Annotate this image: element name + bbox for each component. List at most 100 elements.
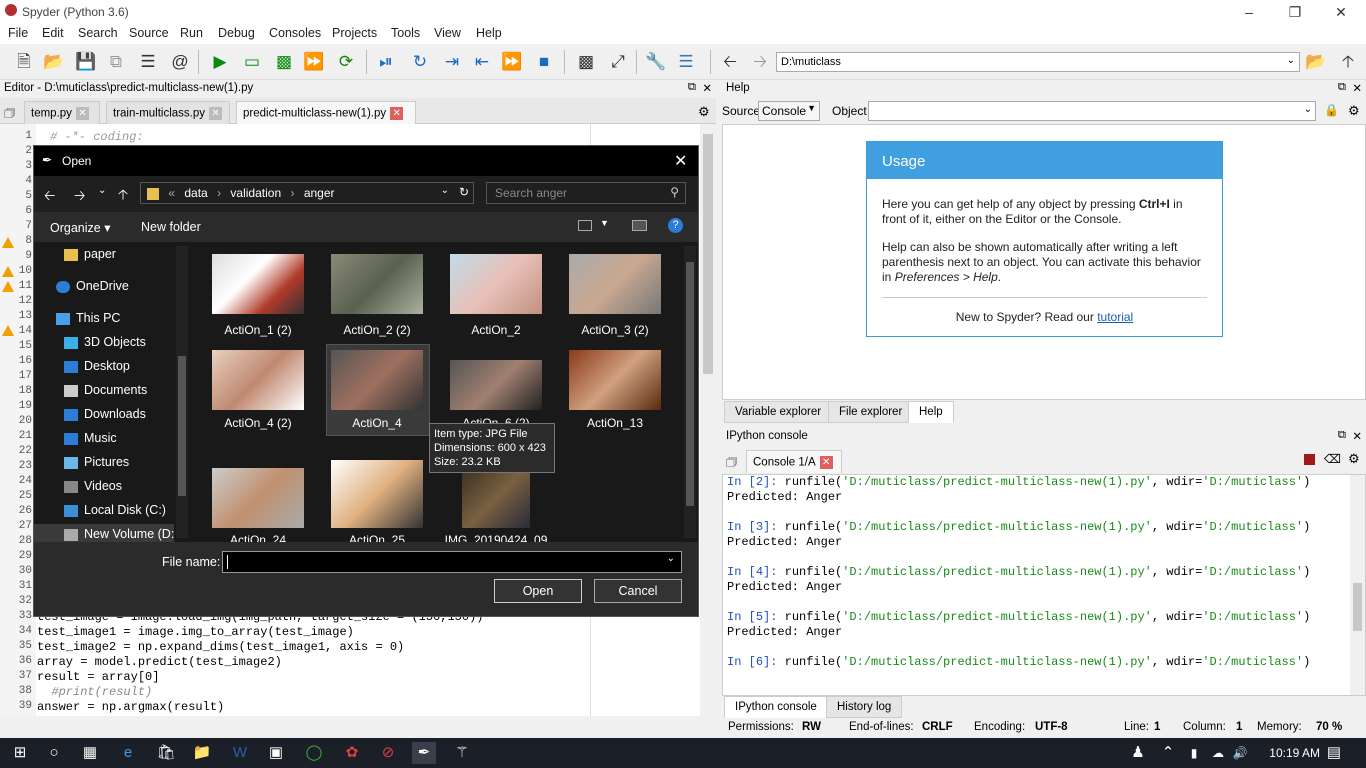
breadcrumb-data[interactable]: data bbox=[184, 186, 207, 200]
tab-temp[interactable]: temp.py ✕ bbox=[24, 101, 100, 124]
chevron-up-icon[interactable]: ⌃ bbox=[1156, 742, 1180, 764]
close-tab-icon[interactable]: ✕ bbox=[75, 107, 89, 120]
browse-folder-icon[interactable]: 📂 bbox=[1304, 50, 1328, 74]
save-all-icon[interactable]: ⧉ bbox=[104, 50, 128, 74]
nav-downloads[interactable]: Downloads bbox=[34, 404, 174, 426]
image-thumbnail[interactable] bbox=[569, 350, 661, 410]
pen-icon[interactable]: ✒ bbox=[412, 742, 436, 764]
word-icon[interactable]: W bbox=[228, 742, 252, 764]
file-label[interactable]: ActiOn_4 bbox=[317, 416, 437, 430]
image-thumbnail[interactable] bbox=[450, 254, 542, 314]
nav-3d-objects[interactable]: 3D Objects bbox=[34, 332, 174, 354]
battery-icon[interactable]: ▮ bbox=[1182, 742, 1206, 764]
lock-icon[interactable]: 🔒 bbox=[1324, 103, 1339, 117]
python-path-icon[interactable]: ☰ bbox=[674, 50, 698, 74]
list-icon[interactable]: ☰ bbox=[136, 50, 160, 74]
step-return-icon[interactable]: ⇤ bbox=[470, 50, 494, 74]
notification-icon[interactable]: ▤ bbox=[1322, 742, 1346, 764]
image-thumbnail[interactable] bbox=[462, 468, 530, 528]
tab-variable-explorer[interactable]: Variable explorer bbox=[724, 401, 833, 423]
source-select[interactable]: Console ▼ bbox=[758, 101, 820, 121]
at-icon[interactable]: @ bbox=[168, 50, 192, 74]
tab-train-multiclass[interactable]: train-multiclass.py ✕ bbox=[106, 101, 230, 124]
app-icon[interactable]: ▣ bbox=[264, 742, 288, 764]
nav-documents[interactable]: Documents bbox=[34, 380, 174, 402]
nav-onedrive[interactable]: OneDrive bbox=[34, 276, 174, 298]
run-icon[interactable]: ▶ bbox=[208, 50, 232, 74]
forward-arrow-icon[interactable]: 🡢 bbox=[748, 50, 772, 74]
breadcrumb-anger[interactable]: anger bbox=[304, 186, 335, 200]
editor-scrollbar[interactable] bbox=[700, 124, 716, 716]
python-icon[interactable]: ⚚ bbox=[450, 742, 474, 764]
nav-this-pc[interactable]: This PC bbox=[34, 308, 174, 330]
volume-icon[interactable]: 🔊 bbox=[1228, 742, 1252, 764]
nav-scrollbar[interactable] bbox=[176, 246, 188, 538]
recent-chevron-icon[interactable]: ⌄ bbox=[98, 185, 106, 196]
address-bar[interactable]: « data › validation › anger ⌄ ↻ bbox=[140, 182, 474, 204]
image-thumbnail[interactable] bbox=[331, 350, 423, 410]
tab-file-explorer[interactable]: File explorer bbox=[828, 401, 914, 423]
undock-icon[interactable]: ⧉ bbox=[688, 81, 696, 94]
close-tab-icon[interactable]: ✕ bbox=[209, 107, 223, 120]
file-label[interactable]: ActiOn_3 (2) bbox=[555, 323, 675, 337]
edge-browser-icon[interactable]: e bbox=[116, 742, 140, 764]
media-icon[interactable]: ⊘ bbox=[376, 742, 400, 764]
menu-run[interactable]: Run bbox=[180, 26, 203, 40]
menu-consoles[interactable]: Consoles bbox=[269, 26, 321, 40]
anaconda-icon[interactable]: ◯ bbox=[302, 742, 326, 764]
eraser-icon[interactable]: ⌫ bbox=[1324, 452, 1341, 466]
people-icon[interactable]: ♟ bbox=[1126, 742, 1150, 764]
run-cell-icon[interactable]: ▭ bbox=[240, 50, 264, 74]
menu-view[interactable]: View bbox=[434, 26, 461, 40]
restore-button[interactable]: ❐ bbox=[1272, 2, 1318, 22]
save-icon[interactable]: 💾 bbox=[74, 50, 98, 74]
browse-tabs-icon[interactable]: 🗇 bbox=[4, 104, 15, 125]
minimize-button[interactable]: – bbox=[1226, 2, 1272, 22]
network-icon[interactable]: ☁ bbox=[1206, 742, 1230, 764]
image-thumbnail[interactable] bbox=[450, 360, 542, 410]
menu-debug[interactable]: Debug bbox=[218, 26, 255, 40]
close-tab-icon[interactable]: ✕ bbox=[819, 456, 833, 469]
undock-icon[interactable]: ⧉ bbox=[1338, 81, 1346, 94]
image-thumbnail[interactable] bbox=[331, 460, 423, 528]
run-cell-advance-icon[interactable]: ▩ bbox=[272, 50, 296, 74]
tab-history-log[interactable]: History log bbox=[826, 696, 903, 718]
run-selection-icon[interactable]: ⏩ bbox=[302, 50, 326, 74]
menu-source[interactable]: Source bbox=[129, 26, 169, 40]
preferences-wrench-icon[interactable]: 🔧 bbox=[644, 50, 668, 74]
spyder-taskbar-icon[interactable]: ✿ bbox=[340, 742, 364, 764]
tab-predict-multiclass[interactable]: predict-multiclass-new(1).py ✕ bbox=[236, 101, 416, 124]
menu-projects[interactable]: Projects bbox=[332, 26, 377, 40]
new-file-icon[interactable]: 🗎 bbox=[12, 50, 36, 74]
stop-icon[interactable]: ■ bbox=[532, 50, 556, 74]
forward-arrow-icon[interactable]: 🡢 bbox=[74, 185, 85, 209]
console-scrollbar[interactable] bbox=[1350, 475, 1365, 695]
nav-paper[interactable]: paper bbox=[34, 244, 174, 266]
file-label[interactable]: ActiOn_2 (2) bbox=[317, 323, 437, 337]
close-button[interactable]: ✕ bbox=[1318, 2, 1364, 22]
close-pane-icon[interactable]: ✕ bbox=[1352, 81, 1362, 95]
fullscreen-icon[interactable]: ⤢ bbox=[606, 50, 630, 74]
windows-start-icon[interactable]: ⊞ bbox=[8, 742, 32, 764]
nav-desktop[interactable]: Desktop bbox=[34, 356, 174, 378]
grid-scrollbar[interactable] bbox=[684, 246, 696, 538]
cancel-button[interactable]: Cancel bbox=[594, 579, 682, 603]
search-icon[interactable]: ○ bbox=[42, 742, 66, 764]
parent-directory-icon[interactable]: 🡡 bbox=[1336, 50, 1360, 74]
gear-icon[interactable]: ⚙ bbox=[1348, 451, 1360, 467]
task-view-icon[interactable]: ▦ bbox=[78, 742, 102, 764]
tutorial-link[interactable]: tutorial bbox=[1097, 310, 1133, 324]
browse-tabs-icon[interactable]: 🗇 bbox=[726, 453, 737, 474]
chevron-down-icon[interactable]: ⌄ bbox=[667, 553, 675, 564]
step-icon[interactable]: ↻ bbox=[408, 50, 432, 74]
menu-edit[interactable]: Edit bbox=[42, 26, 64, 40]
nav-local-disk-c[interactable]: Local Disk (C:) bbox=[34, 500, 174, 522]
continue-icon[interactable]: ⏩ bbox=[500, 50, 524, 74]
step-into-icon[interactable]: ⇥ bbox=[440, 50, 464, 74]
image-thumbnail[interactable] bbox=[331, 254, 423, 314]
maximize-pane-icon[interactable]: ▩ bbox=[574, 50, 598, 74]
tab-help[interactable]: Help bbox=[908, 401, 954, 423]
file-name-input[interactable]: ⌄ bbox=[222, 551, 682, 573]
new-folder-button[interactable]: New folder bbox=[141, 220, 201, 234]
file-label[interactable]: ActiOn_13 bbox=[555, 416, 675, 430]
